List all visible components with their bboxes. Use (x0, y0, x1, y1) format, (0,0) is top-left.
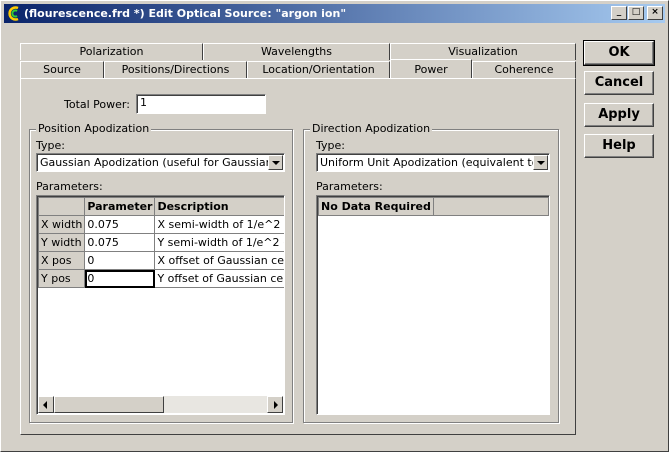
tab-row-back: Polarization Wavelengths Visualization (20, 43, 576, 60)
position-apodization-label: Position Apodization (36, 122, 152, 135)
row-header: X pos (37, 251, 86, 270)
description-cell: Y offset of Gaussian ce (154, 269, 284, 288)
window-title: (flourescence.frd *) Edit Optical Source… (24, 7, 347, 20)
table-row: X width 0.075 X semi-width of 1/e^2 (1 (37, 215, 284, 234)
apply-button[interactable]: Apply (584, 103, 654, 127)
position-parameters-label: Parameters: (36, 180, 103, 193)
table-row: Y width 0.075 Y semi-width of 1/e^2 ( (37, 233, 284, 252)
table-row: Y pos 0 Y offset of Gaussian ce (37, 269, 284, 288)
tab-row-front: Source Positions/Directions Location/Ori… (20, 59, 576, 78)
description-cell: X offset of Gaussian ce (154, 251, 284, 270)
direction-apodization-group: Direction Apodization Type: Uniform Unit… (303, 122, 559, 423)
total-power-input[interactable]: 1 (136, 94, 266, 114)
cancel-button[interactable]: Cancel (584, 71, 654, 95)
row-header: X width (37, 215, 86, 234)
parameter-cell[interactable]: 0.075 (84, 233, 156, 252)
ok-button[interactable]: OK (583, 40, 655, 66)
position-apodization-group: Position Apodization Type: Gaussian Apod… (29, 122, 293, 423)
position-type-value: Gaussian Apodization (useful for Gaussia… (40, 156, 284, 169)
dialog-window: (flourescence.frd *) Edit Optical Source… (0, 0, 669, 452)
direction-parameters-table: No Data Required (318, 197, 549, 216)
horizontal-scrollbar[interactable] (38, 396, 283, 413)
chevron-down-icon[interactable] (533, 155, 548, 170)
scrollbar-thumb[interactable] (54, 396, 164, 413)
column-header-parameter[interactable]: Parameter (84, 197, 156, 216)
title-bar[interactable]: (flourescence.frd *) Edit Optical Source… (4, 4, 665, 23)
direction-apodization-label: Direction Apodization (310, 122, 433, 135)
help-button[interactable]: Help (584, 134, 654, 158)
row-header: Y pos (37, 269, 86, 288)
column-header-no-data: No Data Required (318, 197, 434, 216)
description-cell: X semi-width of 1/e^2 (1 (154, 215, 284, 234)
parameter-cell-selected[interactable]: 0 (84, 269, 156, 288)
tab-wavelengths[interactable]: Wavelengths (203, 43, 390, 60)
parameter-cell[interactable]: 0 (84, 251, 156, 270)
tab-coherence[interactable]: Coherence (472, 61, 576, 78)
scroll-left-arrow-icon[interactable] (38, 396, 54, 413)
position-parameters-table: Parameter Description X width 0.075 X se… (37, 197, 284, 288)
row-header: Y width (37, 233, 86, 252)
tab-visualization[interactable]: Visualization (390, 43, 576, 60)
tab-positions-directions[interactable]: Positions/Directions (104, 61, 247, 78)
table-row: X pos 0 X offset of Gaussian ce (37, 251, 284, 270)
tab-source[interactable]: Source (20, 61, 104, 78)
total-power-label: Total Power: (64, 98, 130, 111)
maximize-button[interactable]: □ (628, 6, 644, 20)
tab-polarization[interactable]: Polarization (20, 43, 203, 60)
position-type-label: Type: (36, 139, 65, 152)
tab-location-orientation[interactable]: Location/Orientation (247, 61, 390, 78)
column-header-description[interactable]: Description (154, 197, 284, 216)
direction-type-select[interactable]: Uniform Unit Apodization (equivalent to … (316, 153, 550, 172)
direction-parameters-grid[interactable]: No Data Required (316, 195, 550, 415)
chevron-down-icon[interactable] (268, 155, 283, 170)
direction-type-value: Uniform Unit Apodization (equivalent to … (320, 156, 550, 169)
parameter-cell[interactable]: 0.075 (84, 215, 156, 234)
direction-parameters-label: Parameters: (316, 180, 383, 193)
column-header-empty (432, 197, 549, 216)
power-tab-panel: Total Power: 1 Position Apodization Type… (20, 78, 576, 435)
position-parameters-grid[interactable]: Parameter Description X width 0.075 X se… (36, 195, 285, 415)
grid-corner-header (37, 197, 86, 216)
tab-power[interactable]: Power (390, 59, 472, 78)
position-type-select[interactable]: Gaussian Apodization (useful for Gaussia… (36, 153, 285, 172)
app-icon (8, 6, 19, 21)
close-button[interactable]: × (647, 6, 663, 20)
description-cell: Y semi-width of 1/e^2 ( (154, 233, 284, 252)
direction-type-label: Type: (316, 139, 345, 152)
scroll-right-arrow-icon[interactable] (267, 396, 283, 413)
minimize-button[interactable]: _ (611, 6, 627, 20)
